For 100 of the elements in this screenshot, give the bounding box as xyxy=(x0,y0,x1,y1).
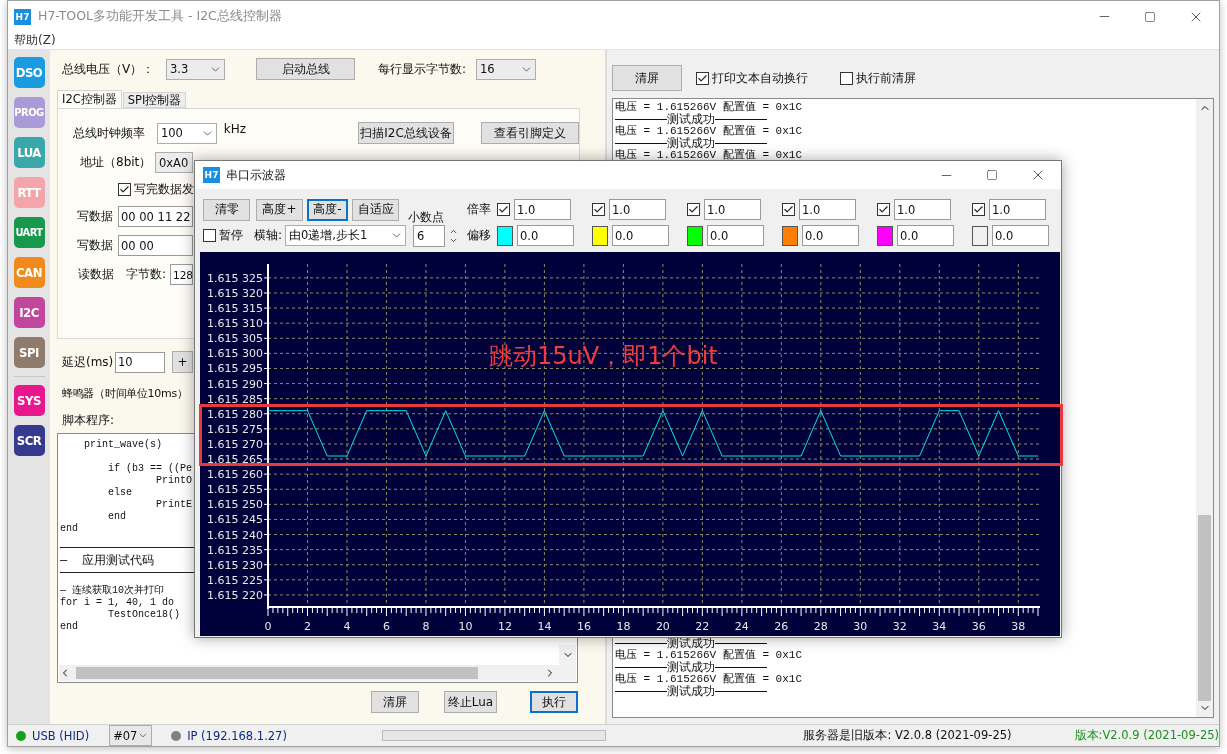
axis-dropdown[interactable]: 由0递增,步长1 xyxy=(285,225,407,246)
x-tick-label: 34 xyxy=(932,620,947,633)
color-swatch[interactable] xyxy=(592,225,608,246)
code-line: PrintO xyxy=(155,475,193,487)
color-swatch[interactable] xyxy=(972,225,988,246)
pause-checkbox[interactable]: 暂停 xyxy=(203,227,243,244)
scale-field[interactable]: 1.0 xyxy=(894,199,951,220)
axis-label: 横轴: xyxy=(254,227,283,244)
tool-tile[interactable]: SPI xyxy=(13,337,45,368)
x-tick-label: 14 xyxy=(537,620,552,633)
write-data-field[interactable]: 00 00 11 22 xyxy=(118,206,193,227)
write-data-field[interactable]: 00 00 xyxy=(118,235,193,256)
delay-field[interactable]: 10 xyxy=(115,351,165,373)
offset-field[interactable]: 0.0 xyxy=(707,225,764,246)
code-line: else xyxy=(107,487,132,499)
color-swatch[interactable] xyxy=(497,225,513,246)
y-tick-label: 1.615 285 xyxy=(207,392,263,406)
toolbar-button[interactable]: 高度+ xyxy=(256,198,303,221)
check-icon xyxy=(783,204,794,215)
maximize-icon[interactable] xyxy=(1144,10,1156,23)
menu-item[interactable]: 帮助(Z) xyxy=(14,32,56,49)
annotation-text: 跳动15uV，即1个bit xyxy=(489,342,718,370)
check-icon xyxy=(878,204,889,215)
code-line: end xyxy=(60,621,78,633)
voltage-dropdown[interactable]: 3.3 xyxy=(166,58,225,80)
toolbar-button[interactable]: 清零 xyxy=(203,198,250,221)
y-tick-label: 1.615 295 xyxy=(207,362,263,376)
scale-field[interactable]: 1.0 xyxy=(609,199,666,220)
code-line: end xyxy=(107,511,126,523)
script-button[interactable]: 清屏 xyxy=(371,691,419,713)
script-label: 脚本程序: xyxy=(62,412,115,429)
byte-count-field[interactable]: 128 xyxy=(170,264,193,285)
decimals-field[interactable]: 6 xyxy=(413,224,446,247)
offset-field[interactable]: 0.0 xyxy=(612,225,669,246)
y-tick-label: 1.615 235 xyxy=(207,543,263,557)
y-tick-label: 1.615 245 xyxy=(207,513,263,527)
toolbar-button[interactable]: 自适应 xyxy=(352,198,399,221)
server-version: 服务器是旧版本: V2.0.8 (2021-09-25) xyxy=(803,728,1012,743)
log-line: 测试成功 xyxy=(667,113,715,125)
clear-button[interactable]: 清屏 xyxy=(612,65,682,91)
x-tick-label: 12 xyxy=(497,620,512,633)
scrollbar-thumb[interactable] xyxy=(76,667,478,679)
tab[interactable]: I2C控制器 xyxy=(57,90,122,108)
log-line: 测试成功 xyxy=(667,661,715,673)
script-button[interactable]: 终止Lua xyxy=(444,691,497,713)
color-swatch[interactable] xyxy=(782,225,798,246)
option-checkbox[interactable]: 执行前清屏 xyxy=(840,69,916,87)
check-icon xyxy=(697,72,708,84)
y-tick-label: 1.615 240 xyxy=(207,528,263,542)
x-tick-label: 0 xyxy=(264,620,272,633)
bytes-per-row-dropdown[interactable]: 16 xyxy=(476,58,536,80)
y-tick-label: 1.615 290 xyxy=(207,377,263,391)
add-button[interactable]: + xyxy=(172,351,193,373)
tool-tile[interactable]: I2C xyxy=(13,297,45,328)
y-tick-label: 1.615 225 xyxy=(207,573,263,587)
scale-field[interactable]: 1.0 xyxy=(514,199,571,220)
code-line: — 连续获取10次并打印 xyxy=(60,585,164,597)
port-dropdown[interactable]: #07 xyxy=(109,725,153,746)
channel-checkbox[interactable] xyxy=(592,203,605,216)
y-tick-label: 1.615 275 xyxy=(207,422,263,436)
scan-button[interactable]: 扫描I2C总线设备 xyxy=(358,122,455,144)
channel-checkbox[interactable] xyxy=(687,203,700,216)
check-icon xyxy=(973,204,984,215)
offset-field[interactable]: 0.0 xyxy=(802,225,859,246)
write-checkbox[interactable]: 写完数据发 xyxy=(118,181,194,198)
tool-tile[interactable]: SCR xyxy=(13,425,45,456)
tool-tile[interactable]: SYS xyxy=(13,385,45,416)
byte-count-label: 字节数: xyxy=(126,266,168,283)
tool-tile[interactable]: UART xyxy=(13,217,45,248)
scale-field[interactable]: 1.0 xyxy=(704,199,761,220)
log-line: 电压 = 1.615266V 配置值 = 0x1C xyxy=(615,125,803,137)
channel-checkbox[interactable] xyxy=(782,203,795,216)
offset-field[interactable]: 0.0 xyxy=(897,225,954,246)
scale-field[interactable]: 1.0 xyxy=(989,199,1046,220)
app-logo: H7 xyxy=(14,8,31,25)
unit-label: kHz xyxy=(223,122,247,136)
offset-field[interactable]: 0.0 xyxy=(517,225,574,246)
maximize-icon[interactable] xyxy=(986,169,998,181)
color-swatch[interactable] xyxy=(687,225,703,246)
channel-checkbox[interactable] xyxy=(972,203,985,216)
start-bus-button[interactable]: 启动总线 xyxy=(256,58,355,80)
clock-dropdown[interactable]: 100 xyxy=(156,122,217,144)
color-swatch[interactable] xyxy=(877,225,893,246)
scale-field[interactable]: 1.0 xyxy=(799,199,856,220)
scrollbar-thumb[interactable] xyxy=(1198,515,1211,701)
tab[interactable]: SPI控制器 xyxy=(122,92,187,108)
y-tick-label: 1.615 230 xyxy=(207,558,263,572)
pin-definition-button[interactable]: 查看引脚定义 xyxy=(481,122,579,144)
offset-field[interactable]: 0.0 xyxy=(992,225,1049,246)
channel-checkbox[interactable] xyxy=(877,203,890,216)
address-dropdown[interactable]: 0xA0 xyxy=(155,152,193,173)
y-tick-label: 1.615 280 xyxy=(207,407,263,421)
toolbar-button[interactable]: 高度- xyxy=(307,198,348,221)
x-tick-label: 4 xyxy=(343,620,351,633)
y-tick-label: 1.615 315 xyxy=(207,302,263,316)
check-icon xyxy=(119,184,130,195)
option-checkbox[interactable]: 打印文本自动换行 xyxy=(696,69,808,87)
channel-checkbox[interactable] xyxy=(497,203,510,216)
script-button[interactable]: 执行 xyxy=(530,691,578,713)
x-tick-label: 22 xyxy=(695,620,710,633)
